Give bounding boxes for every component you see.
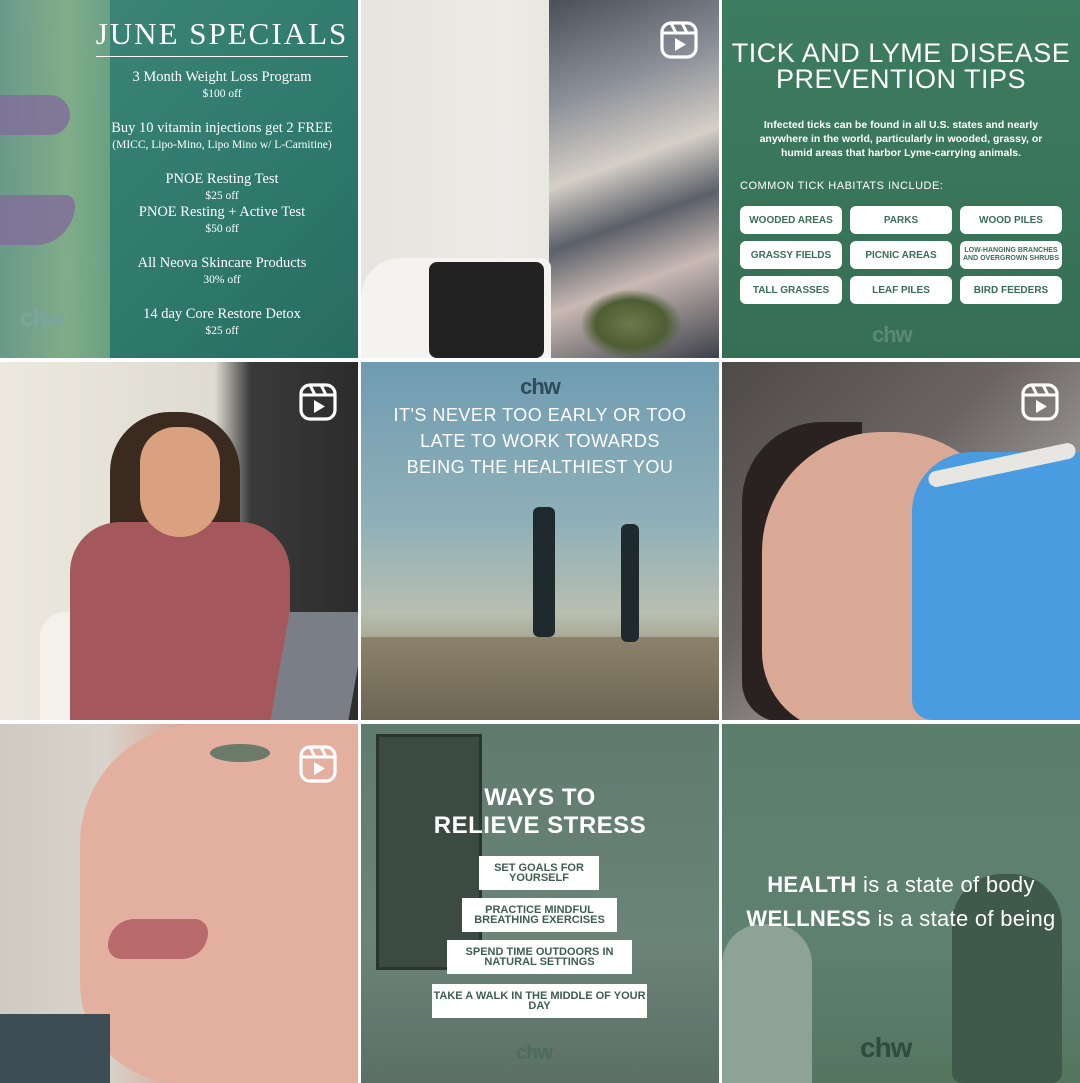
beach (361, 637, 719, 720)
stress-title: WAYS TO RELIEVE STRESS (361, 784, 719, 840)
stress-title-line: WAYS TO (484, 784, 596, 811)
post-reel-facial[interactable] (722, 362, 1080, 720)
stress-tip: TAKE A WALK IN THE MIDDLE OF YOUR DAY (432, 984, 647, 1018)
scarf (0, 1014, 110, 1083)
post-reel-room[interactable] (361, 0, 719, 358)
habitat-pill: WOOD PILES (960, 206, 1062, 234)
quote-line: IT'S NEVER TOO EARLY OR TOO (393, 405, 687, 425)
specials-title: JUNE SPECIALS (95, 16, 349, 57)
special-item: 3 Month Weight Loss Program (132, 69, 312, 85)
tick-description: Infected ticks can be found in all U.S. … (759, 119, 1043, 159)
special-item: 14 day Core Restore Detox (143, 306, 301, 322)
brand-logo: chw (20, 305, 65, 332)
wellness-rest: is a state of being (871, 906, 1056, 931)
post-tick-prevention[interactable]: TICK AND LYME DISEASE PREVENTION TIPS In… (722, 0, 1080, 358)
reel-icon (1021, 383, 1059, 421)
special-detail: 30% off (203, 274, 241, 286)
habitat-pill: LEAF PILES (850, 276, 952, 304)
brand-logo: chw (520, 374, 561, 399)
face (140, 427, 220, 537)
quote-line: LATE TO WORK TOWARDS (420, 431, 660, 451)
habitat-pill: LOW-HANGING BRANCHES AND OVERGROWN SHRUB… (960, 241, 1062, 269)
habitat-pill: PARKS (850, 206, 952, 234)
quote-text: IT'S NEVER TOO EARLY OR TOO LATE TO WORK… (381, 402, 699, 480)
special-detail: $100 off (202, 88, 242, 100)
stress-tip: SPEND TIME OUTDOORS IN NATURAL SETTINGS (447, 940, 632, 974)
post-healthiest-you[interactable]: chw IT'S NEVER TOO EARLY OR TOO LATE TO … (361, 362, 719, 720)
reel-icon (299, 383, 337, 421)
post-june-specials[interactable]: JUNE SPECIALS 3 Month Weight Loss Progra… (0, 0, 358, 358)
runner-woman (621, 524, 639, 642)
stress-tip: SET GOALS FOR YOURSELF (479, 856, 599, 890)
tick-title-line: PREVENTION TIPS (775, 64, 1027, 94)
pink-shirt (70, 522, 290, 720)
health-rest: is a state of body (856, 872, 1035, 897)
window (376, 734, 482, 970)
post-grid: JUNE SPECIALS 3 Month Weight Loss Progra… (0, 0, 1080, 1083)
special-item: All Neova Skincare Products (137, 255, 307, 271)
stress-tip: PRACTICE MINDFUL BREATHING EXERCISES (462, 898, 617, 932)
reel-icon (299, 745, 337, 783)
blue-glove (912, 452, 1080, 720)
post-health-wellness[interactable]: HEALTH is a state of body WELLNESS is a … (722, 724, 1080, 1083)
special-item: PNOE Resting + Active Test (138, 204, 306, 220)
lips (108, 919, 208, 959)
post-reel-interview[interactable] (0, 362, 358, 720)
special-detail: $25 off (205, 325, 239, 337)
brand-logo: chw (872, 322, 913, 347)
wellness-line: WELLNESS is a state of being (722, 906, 1080, 932)
plant (581, 290, 681, 358)
brand-logo: chw (516, 1042, 553, 1064)
habitat-pill: WOODED AREAS (740, 206, 842, 234)
habitat-pill: GRASSY FIELDS (740, 241, 842, 269)
post-relieve-stress[interactable]: WAYS TO RELIEVE STRESS SET GOALS FOR YOU… (361, 724, 719, 1083)
brand-logo: chw (860, 1032, 912, 1063)
habitat-pill: TALL GRASSES (740, 276, 842, 304)
special-item: Buy 10 vitamin injections get 2 FREE (111, 120, 333, 136)
tick-title: TICK AND LYME DISEASE PREVENTION TIPS (722, 38, 1080, 94)
habitat-pill: BIRD FEEDERS (960, 276, 1062, 304)
health-line: HEALTH is a state of body (722, 872, 1080, 898)
tick-title-line: TICK AND LYME DISEASE (731, 38, 1071, 68)
habitat-list: WOODED AREAS PARKS WOOD PILES GRASSY FIE… (740, 206, 1062, 304)
special-item: PNOE Resting Test (165, 171, 279, 187)
post-reel-closeup[interactable] (0, 724, 358, 1083)
wellness-word: WELLNESS (746, 906, 872, 931)
black-blanket (429, 262, 544, 358)
special-detail: (MICC, Lipo-Mino, Lipo Mino w/ L-Carniti… (112, 139, 332, 151)
eye (210, 744, 270, 762)
habitats-label: COMMON TICK HABITATS INCLUDE: (740, 180, 944, 192)
reel-icon (660, 21, 698, 59)
special-detail: $25 off (205, 190, 239, 202)
specials-content: JUNE SPECIALS 3 Month Weight Loss Progra… (92, 16, 352, 339)
shoe (722, 924, 812, 1083)
health-word: HEALTH (767, 872, 857, 897)
stress-title-line: RELIEVE STRESS (433, 812, 647, 839)
habitat-pill: PICNIC AREAS (850, 241, 952, 269)
runner-man (533, 507, 555, 637)
special-detail: $50 off (205, 223, 239, 235)
quote-line: BEING THE HEALTHIEST YOU (406, 457, 674, 477)
